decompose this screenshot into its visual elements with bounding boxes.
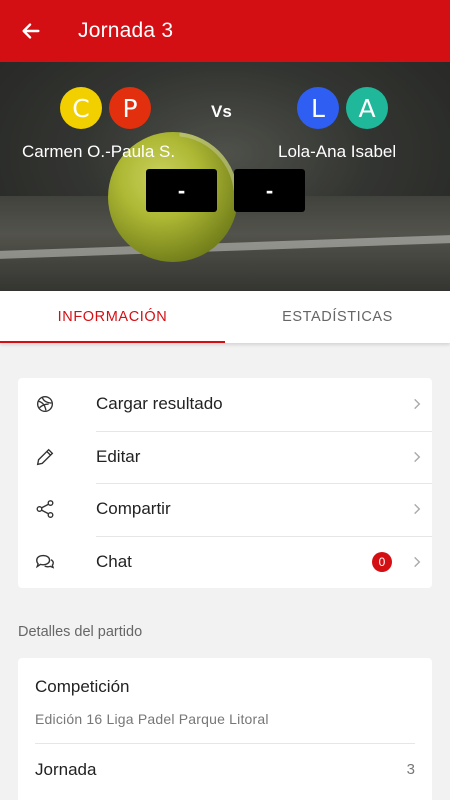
avatar-player-p: P [109, 87, 151, 129]
match-header: C P Carmen O.-Paula S. Vs L A Lola-Ana I… [0, 62, 450, 291]
competition-block: Competición Edición 16 Liga Padel Parque… [18, 658, 432, 743]
avatar-letter: C [72, 93, 90, 123]
icon-slot [18, 498, 96, 520]
vs-label: Vs [211, 102, 232, 121]
chevron-right-icon [414, 399, 421, 410]
chevron-right-icon [414, 504, 421, 515]
icon-slot [18, 393, 96, 415]
arrow-left-icon [22, 23, 40, 39]
chevron-slot [402, 397, 432, 411]
team2-name: Lola-Ana Isabel [278, 142, 397, 161]
chevron-right-icon [414, 556, 421, 567]
competition-label: Competición [35, 677, 130, 696]
avatar-letter: L [311, 93, 325, 123]
section-title: Detalles del partido [18, 624, 143, 640]
competition-value: Edición 16 Liga Padel Parque Litoral [35, 711, 269, 727]
action-label: Editar [96, 446, 141, 466]
jornada-value: 3 [406, 761, 415, 778]
share-button[interactable]: Compartir [18, 483, 432, 536]
action-label: Cargar resultado [96, 394, 223, 414]
edit-button[interactable]: Editar [18, 430, 432, 484]
share-icon [36, 500, 54, 519]
jornada-label: Jornada [35, 759, 97, 779]
chat-icon [35, 554, 55, 569]
score-team2: - [234, 169, 305, 212]
team1-name: Carmen O.-Paula S. [22, 142, 176, 161]
page-title: Jornada 3 [78, 19, 174, 42]
avatar-player-l: L [297, 87, 339, 129]
chevron-slot [402, 555, 432, 569]
actions-card: Cargar resultado Editar Compartir Chat 0 [18, 378, 432, 588]
chevron-right-icon [414, 451, 421, 462]
tab-estadisticas[interactable]: ESTADÍSTICAS [225, 291, 450, 343]
chat-button[interactable]: Chat 0 [18, 535, 432, 589]
match-details-card: Competición Edición 16 Liga Padel Parque… [18, 658, 432, 800]
tab-informacion[interactable]: INFORMACIÓN [0, 291, 225, 343]
back-button[interactable] [0, 0, 62, 62]
avatar-player-c: C [60, 87, 102, 129]
tab-bar: INFORMACIÓN ESTADÍSTICAS [0, 291, 450, 343]
ball-icon [36, 396, 54, 413]
avatar-player-a: A [346, 87, 388, 129]
icon-slot [18, 551, 96, 573]
chevron-slot [402, 502, 432, 516]
avatar-letter: A [358, 93, 376, 123]
action-label: Chat [96, 551, 132, 571]
chevron-slot [402, 450, 432, 464]
app-bar: Jornada 3 [0, 0, 450, 62]
jornada-row: Jornada 3 [35, 743, 415, 795]
pencil-icon [36, 448, 54, 465]
icon-slot [18, 446, 96, 468]
score-team1: - [146, 169, 217, 212]
action-label: Compartir [96, 499, 171, 519]
load-result-button[interactable]: Cargar resultado [18, 378, 432, 431]
avatar-letter: P [122, 93, 138, 123]
chat-unread-badge: 0 [372, 551, 392, 572]
